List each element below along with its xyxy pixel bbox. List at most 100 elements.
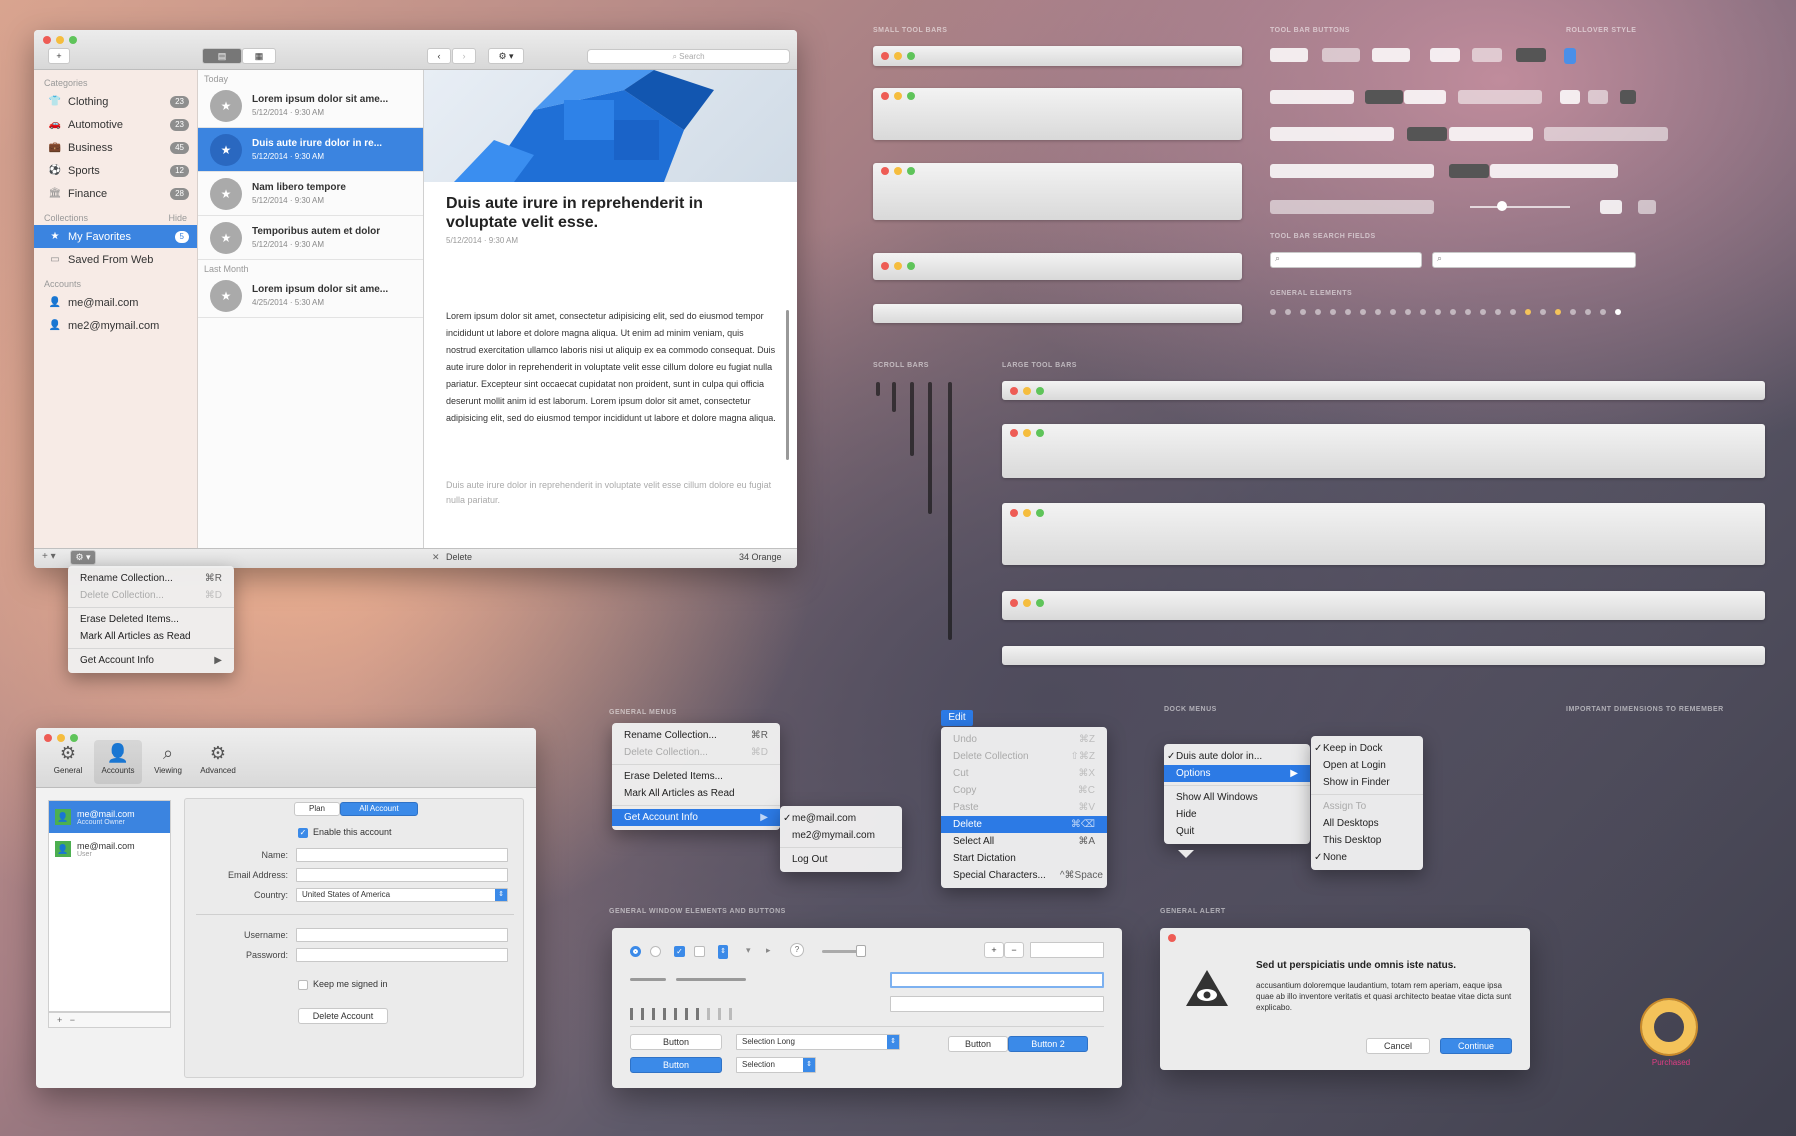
menu-item[interactable]: Erase Deleted Items... [612, 768, 780, 785]
menu-item[interactable]: ✓ me@mail.com [780, 810, 902, 827]
continue-button[interactable]: Continue [1440, 1038, 1512, 1054]
edit-menu-title[interactable]: Edit [941, 710, 973, 726]
small-toolbar-zoom-button[interactable] [907, 52, 915, 60]
menu-item[interactable]: Quit [1164, 823, 1310, 840]
menu-item[interactable]: Undo ⌘Z [941, 731, 1107, 748]
menu-item[interactable]: ✓ Duis aute dolor in... [1164, 748, 1310, 765]
toolbar-button-sample[interactable] [1490, 164, 1618, 178]
menu-item[interactable]: Log Out [780, 851, 902, 868]
toolbar-button-sample[interactable] [1404, 90, 1446, 104]
sidebar-item-sports[interactable]: ⚽ Sports 12 [34, 159, 197, 182]
menu-item[interactable]: Get Account Info ▶ [612, 809, 780, 826]
tab-general[interactable]: ⚙ General [44, 740, 92, 784]
disclosure-icon[interactable]: ▾ [746, 945, 751, 956]
toolbar-button-sample[interactable] [1372, 48, 1410, 62]
menu-item[interactable]: Hide [1164, 806, 1310, 823]
grid-view-button[interactable]: ▦ [242, 48, 276, 64]
name-field[interactable] [296, 848, 508, 862]
small-toolbar-minimize-button[interactable] [894, 92, 902, 100]
email-field[interactable] [296, 868, 508, 882]
selection-long-select[interactable]: Selection Long ⇕ [736, 1034, 900, 1050]
large-toolbar-close-button[interactable] [1010, 599, 1018, 607]
large-toolbar-close-button[interactable] [1010, 509, 1018, 517]
account-row[interactable]: 👤 me@mail.com User [49, 833, 170, 865]
toolbar-button-sample[interactable] [1472, 48, 1502, 62]
menu-item[interactable]: Delete Collection... ⌘D [612, 744, 780, 761]
radio-on[interactable] [630, 946, 641, 957]
sidebar-item-clothing[interactable]: 👕 Clothing 23 [34, 90, 197, 113]
menu-item[interactable]: Delete Collection ⇧⌘Z [941, 748, 1107, 765]
toolbar-button-sample[interactable] [1430, 48, 1460, 62]
button-small[interactable]: Button [948, 1036, 1008, 1052]
large-toolbar-zoom-button[interactable] [1036, 599, 1044, 607]
seg-all-account[interactable]: All Account [340, 802, 418, 816]
large-toolbar-minimize-button[interactable] [1023, 599, 1031, 607]
toolbar-search-field-small[interactable]: ⌕ [1270, 252, 1422, 268]
scrollbar-sample[interactable] [948, 382, 952, 640]
scrollbar-sample[interactable] [876, 382, 880, 396]
account-row-selected[interactable]: 👤 me@mail.com Account Owner [49, 801, 170, 833]
collection-action-button[interactable]: ⚙ ▾ [70, 550, 96, 565]
radio-off[interactable] [650, 946, 661, 957]
small-toolbar-minimize-button[interactable] [894, 52, 902, 60]
sidebar-item-account-2[interactable]: 👤 me2@mymail.com [34, 314, 197, 337]
toolbar-button-sample[interactable] [1270, 200, 1434, 214]
minimize-button[interactable] [56, 36, 64, 44]
scrollbar[interactable] [786, 310, 789, 460]
small-toolbar-close-button[interactable] [881, 167, 889, 175]
large-toolbar-close-button[interactable] [1010, 387, 1018, 395]
menu-item[interactable]: Mark All Articles as Read [612, 785, 780, 802]
large-toolbar-zoom-button[interactable] [1036, 509, 1044, 517]
toolbar-button-sample[interactable] [1270, 90, 1354, 104]
seg-plan[interactable]: Plan [294, 802, 340, 816]
toolbar-button-sample[interactable] [1270, 164, 1434, 178]
list-item[interactable]: ★ Temporibus autem et dolor 5/12/2014 · 9:… [198, 216, 423, 260]
menu-item[interactable]: Show in Finder [1311, 774, 1423, 791]
password-field[interactable] [296, 948, 508, 962]
menu-item[interactable]: Copy ⌘C [941, 782, 1107, 799]
small-toolbar-minimize-button[interactable] [894, 167, 902, 175]
menu-item[interactable]: All Desktops [1311, 815, 1423, 832]
menu-item[interactable]: Show All Windows [1164, 789, 1310, 806]
toolbar-button-sample[interactable] [1516, 48, 1546, 62]
small-toolbar-close-button[interactable] [881, 52, 889, 60]
tab-viewing[interactable]: ⌕ Viewing [144, 740, 192, 784]
accounts-add-remove[interactable]: + − [48, 1012, 171, 1028]
toolbar-button-sample[interactable] [1458, 90, 1542, 104]
toolbar-slider[interactable] [1470, 206, 1570, 208]
small-toolbar-close-button[interactable] [881, 262, 889, 270]
delete-account-button[interactable]: Delete Account [298, 1008, 388, 1024]
small-toolbar-minimize-button[interactable] [894, 262, 902, 270]
sidebar-add-icon[interactable]: + ▾ [42, 551, 56, 562]
slider-knob[interactable] [1497, 201, 1507, 211]
menu-item[interactable]: Start Dictation [941, 850, 1107, 867]
toolbar-button-sample[interactable] [1270, 127, 1394, 141]
list-item[interactable]: ★ Lorem ipsum dolor sit ame... 5/12/2014 ·… [198, 84, 423, 128]
help-icon[interactable]: ? [790, 943, 804, 957]
menu-item[interactable]: Get Account Info ▶ [68, 652, 234, 669]
large-toolbar-minimize-button[interactable] [1023, 429, 1031, 437]
plus-button[interactable]: + [984, 942, 1004, 958]
toolbar-button-sample[interactable] [1620, 90, 1636, 104]
close-button[interactable] [43, 36, 51, 44]
delete-button[interactable]: Delete [446, 552, 472, 562]
menu-item[interactable]: Cut ⌘X [941, 765, 1107, 782]
menu-item[interactable]: Mark All Articles as Read [68, 628, 234, 645]
checkbox-on[interactable]: ✓ [674, 946, 685, 957]
cancel-button[interactable]: Cancel [1366, 1038, 1430, 1054]
scrollbar-sample[interactable] [928, 382, 932, 514]
large-toolbar-minimize-button[interactable] [1023, 387, 1031, 395]
sidebar-item-account-1[interactable]: 👤 me@mail.com [34, 291, 197, 314]
checkbox-off[interactable] [694, 946, 705, 957]
large-toolbar-zoom-button[interactable] [1036, 429, 1044, 437]
keep-signed-checkbox[interactable] [298, 980, 308, 990]
toolbar-button-sample[interactable] [1270, 48, 1308, 62]
small-text-field[interactable] [1030, 942, 1104, 958]
toolbar-button-sample[interactable] [1560, 90, 1580, 104]
toolbar-button-sample[interactable] [1407, 127, 1447, 141]
menu-item[interactable]: ✓ Keep in Dock [1311, 740, 1423, 757]
small-toolbar-zoom-button[interactable] [907, 167, 915, 175]
scrollbar-sample[interactable] [910, 382, 914, 456]
action-menu-button[interactable]: ⚙ ▾ [488, 48, 524, 64]
large-toolbar-zoom-button[interactable] [1036, 387, 1044, 395]
